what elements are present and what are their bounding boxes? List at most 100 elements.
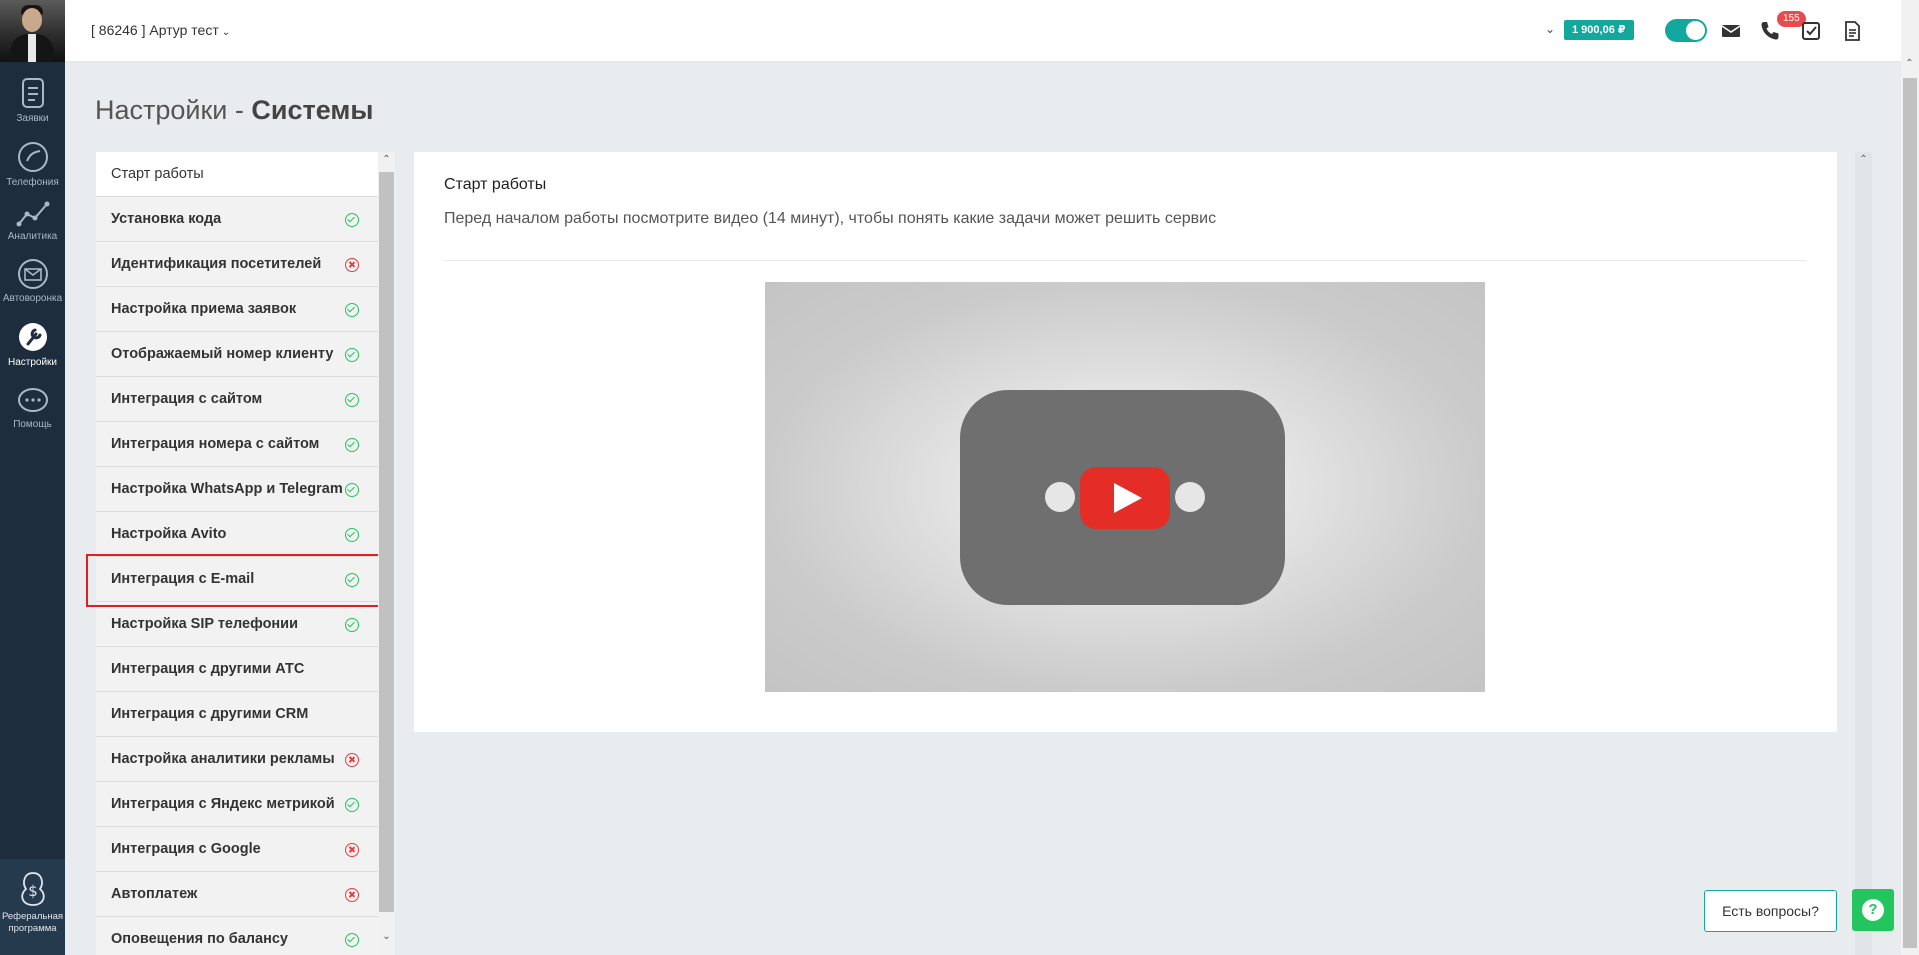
selection-highlight	[86, 554, 383, 607]
top-bar: [ 86246 ] Артур тест ⌄ ⌄ 1 900,06 ₽ 155	[65, 0, 1901, 62]
play-button-icon[interactable]	[1080, 467, 1170, 529]
settings-list-item[interactable]: Настройка Avito	[96, 512, 378, 557]
nav-item-label: Заявки	[16, 113, 49, 124]
error-circle-icon	[345, 753, 359, 767]
requests-icon	[21, 78, 44, 108]
currency-symbol: ₽	[1617, 24, 1626, 36]
scrollbar-thumb[interactable]	[1903, 78, 1917, 948]
check-circle-icon	[345, 348, 359, 362]
help-button[interactable]: ?	[1852, 889, 1894, 931]
settings-list-item-label: Настройка WhatsApp и Telegram	[111, 481, 343, 497]
settings-list-item-label: Старт работы	[111, 166, 204, 182]
svg-text:$: $	[28, 882, 38, 900]
settings-list-item-label: Настройка SIP телефонии	[111, 616, 299, 632]
settings-list-item[interactable]: Интеграция с сайтом	[96, 377, 378, 422]
content-panel: Старт работы Перед началом работы посмот…	[414, 152, 1837, 732]
settings-list-item-label: Настройка аналитики рекламы	[111, 751, 335, 767]
settings-list-item[interactable]: Интеграция с другими CRM	[96, 692, 378, 737]
left-navigation: Заявки Телефония Аналитика Автоворонка Н…	[0, 0, 65, 955]
nav-item-requests[interactable]: Заявки	[0, 76, 65, 124]
referral-label-line1: Реферальная	[1, 911, 64, 922]
settings-list-item-label: Интеграция с Яндекс метрикой	[111, 796, 335, 812]
page-scrollbar[interactable]: ⌃	[1901, 0, 1919, 955]
scrollbar-thumb[interactable]	[379, 172, 394, 912]
check-circle-icon	[345, 528, 359, 542]
video-player[interactable]	[765, 282, 1485, 692]
settings-list-item[interactable]: Интеграция с Яндекс метрикой	[96, 782, 378, 827]
nav-item-help[interactable]: Помощь	[0, 386, 65, 430]
video-thumbnail-dot	[1175, 482, 1205, 512]
user-avatar[interactable]	[0, 0, 65, 62]
settings-list-item[interactable]: Интеграция номера с сайтом	[96, 422, 378, 467]
settings-list-item[interactable]: Оповещения по балансу	[96, 917, 378, 955]
settings-list-item[interactable]: Настройка WhatsApp и Telegram	[96, 467, 378, 512]
analytics-icon	[16, 201, 49, 227]
balance-badge[interactable]: 1 900,06 ₽	[1564, 20, 1634, 40]
settings-list-item[interactable]: Идентификация посетителей	[96, 242, 378, 287]
scroll-down-arrow-icon[interactable]: ⌄	[378, 931, 395, 942]
video-thumbnail-dot	[1045, 482, 1075, 512]
scroll-up-arrow-icon[interactable]: ⌃	[1855, 154, 1872, 165]
account-selector[interactable]: [ 86246 ] Артур тест ⌄	[91, 22, 230, 38]
settings-list-scrollbar[interactable]: ⌃ ⌄	[378, 152, 395, 955]
chevron-down-icon: ⌄	[221, 27, 231, 38]
settings-list-item-label: Оповещения по балансу	[111, 931, 288, 947]
check-circle-icon	[345, 438, 359, 452]
settings-list-item[interactable]: Настройка приема заявок	[96, 287, 378, 332]
tasks-check-icon[interactable]	[1799, 19, 1823, 43]
content-scrollbar[interactable]: ⌃	[1855, 152, 1872, 955]
nav-item-autofunnel[interactable]: Автоворонка	[0, 258, 65, 304]
settings-list-item[interactable]: Старт работы	[96, 152, 378, 197]
check-circle-icon	[345, 303, 359, 317]
error-circle-icon	[345, 888, 359, 902]
settings-list-item-label: Интеграция с другими CRM	[111, 706, 309, 722]
settings-list-item-label: Интеграция с сайтом	[111, 391, 263, 407]
settings-list-item-label: Настройка Avito	[111, 526, 227, 542]
referral-program-link[interactable]: $ Реферальная программа	[0, 859, 65, 955]
document-icon[interactable]	[1840, 19, 1864, 43]
nav-item-settings[interactable]: Настройки	[0, 320, 65, 368]
settings-list-item[interactable]: Интеграция с Google	[96, 827, 378, 872]
nav-item-analytics[interactable]: Аналитика	[0, 200, 65, 242]
questions-button[interactable]: Есть вопросы?	[1704, 890, 1837, 932]
scroll-up-arrow-icon[interactable]: ⌃	[1901, 58, 1918, 69]
content-title: Старт работы	[444, 176, 547, 193]
settings-list-item-label: Интеграция с другими АТС	[111, 661, 305, 677]
check-circle-icon	[345, 798, 359, 812]
settings-list-item-label: Установка кода	[111, 211, 222, 227]
settings-list-item[interactable]: Настройка аналитики рекламы	[96, 737, 378, 782]
nav-item-telephony[interactable]: Телефония	[0, 140, 65, 188]
settings-list-item-label: Отображаемый номер клиенту	[111, 346, 334, 362]
scroll-up-arrow-icon[interactable]: ⌃	[378, 154, 395, 165]
check-circle-icon	[345, 213, 359, 227]
error-circle-icon	[345, 258, 359, 272]
settings-list-item-label: Идентификация посетителей	[111, 256, 322, 272]
check-circle-icon	[345, 933, 359, 947]
referral-label-line2: программа	[8, 923, 57, 934]
nav-item-label: Автоворонка	[2, 293, 63, 304]
chat-icon	[17, 388, 48, 412]
status-toggle[interactable]	[1665, 19, 1707, 42]
nav-item-label: Аналитика	[7, 231, 58, 242]
question-mark-icon: ?	[1862, 899, 1884, 921]
account-name: [ 86246 ] Артур тест	[91, 22, 219, 38]
check-circle-icon	[345, 393, 359, 407]
wrench-icon	[18, 323, 47, 351]
settings-list-item[interactable]: Настройка SIP телефонии	[96, 602, 378, 647]
settings-list-item[interactable]: Установка кода	[96, 197, 378, 242]
page-title: Настройки - Системы	[95, 95, 373, 126]
mail-icon[interactable]	[1719, 19, 1743, 43]
balance-value: 1 900,06	[1572, 24, 1615, 36]
nav-item-label: Помощь	[13, 419, 52, 430]
page-title-bold: Системы	[251, 95, 374, 125]
settings-list-item[interactable]: Интеграция с другими АТС	[96, 647, 378, 692]
settings-list-item-label: Автоплатеж	[111, 886, 198, 902]
chevron-down-icon[interactable]: ⌄	[1545, 22, 1555, 36]
settings-list-item[interactable]: Автоплатеж	[96, 872, 378, 917]
check-circle-icon	[345, 483, 359, 497]
settings-list-item-label: Настройка приема заявок	[111, 301, 297, 317]
settings-list-item[interactable]: Отображаемый номер клиенту	[96, 332, 378, 377]
dollar-icon: $	[20, 872, 45, 906]
error-circle-icon	[345, 843, 359, 857]
nav-item-label: Телефония	[6, 177, 59, 188]
